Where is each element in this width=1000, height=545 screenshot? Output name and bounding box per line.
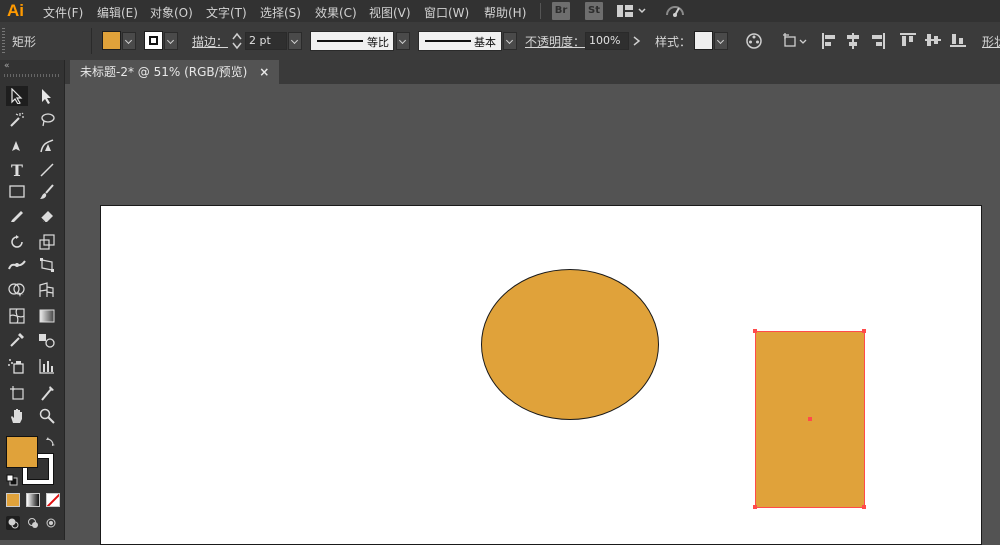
artwork-layer [481, 269, 866, 509]
handle-top-right[interactable] [862, 329, 866, 333]
handle-bottom-left[interactable] [753, 505, 757, 509]
handle-bottom-right[interactable] [862, 505, 866, 509]
center-point [808, 417, 812, 421]
ellipse-shape[interactable] [481, 269, 659, 420]
handle-top-left[interactable] [753, 329, 757, 333]
